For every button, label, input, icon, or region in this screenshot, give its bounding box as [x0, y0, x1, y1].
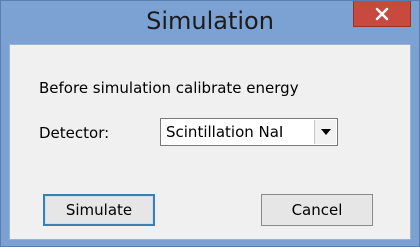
- chevron-down-icon: [320, 129, 331, 135]
- cancel-button[interactable]: Cancel: [261, 194, 373, 226]
- simulate-button[interactable]: Simulate: [43, 194, 155, 226]
- detector-select[interactable]: Scintillation NaI: [160, 118, 338, 146]
- dropdown-button[interactable]: [314, 120, 336, 144]
- detector-label: Detector:: [39, 124, 110, 142]
- close-button[interactable]: [353, 1, 411, 27]
- close-icon: [375, 7, 389, 20]
- detector-select-value: Scintillation NaI: [166, 123, 284, 141]
- simulation-dialog: Simulation Before simulation calibrate e…: [0, 0, 420, 247]
- instruction-text: Before simulation calibrate energy: [39, 79, 299, 97]
